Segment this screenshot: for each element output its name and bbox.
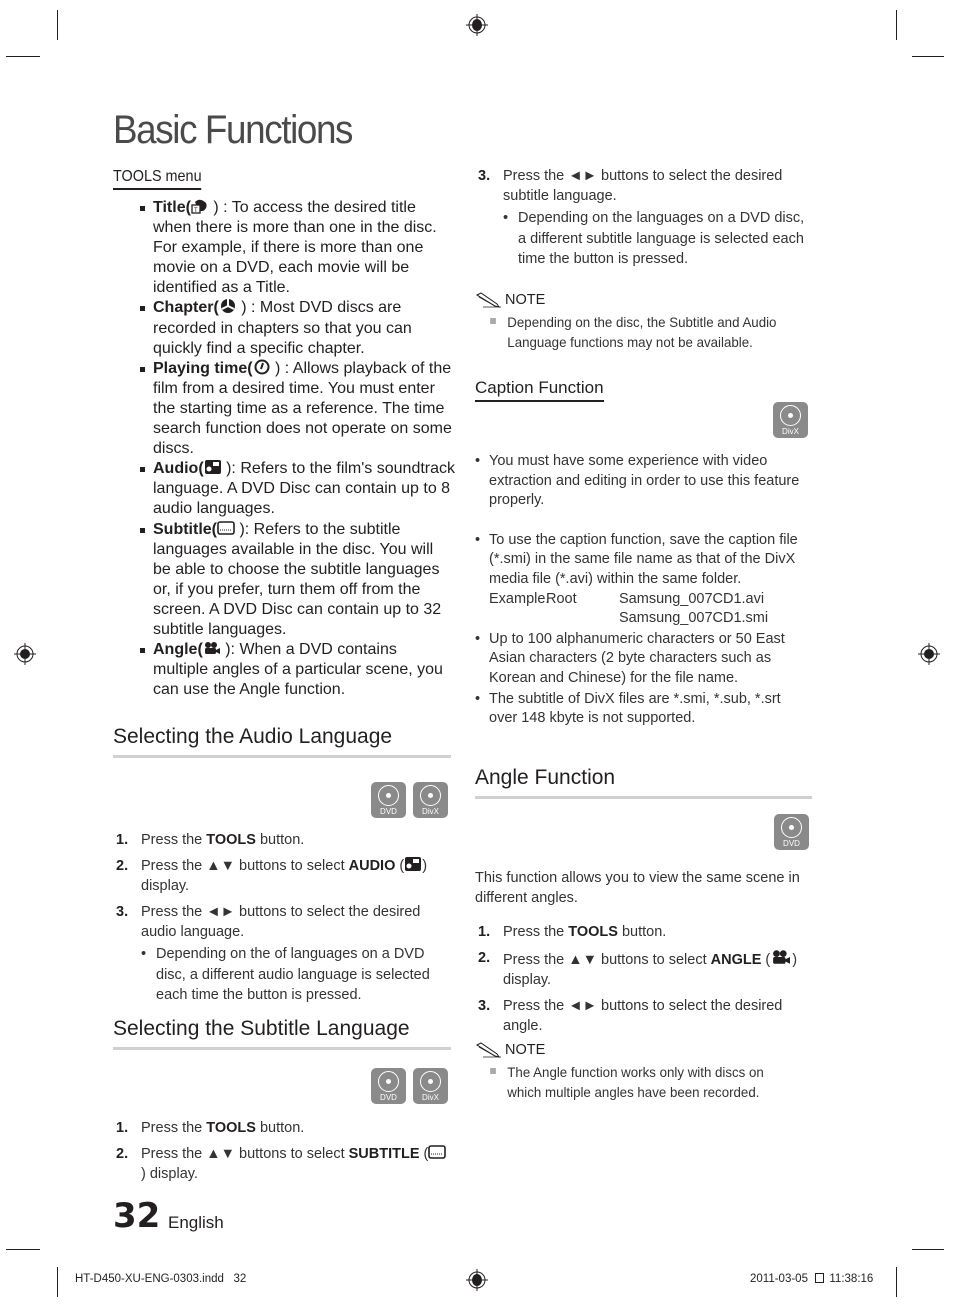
subtitle-icon: [217, 520, 235, 535]
dvd-badge-icon: DVD: [371, 782, 406, 818]
angle-section: Angle Function DVD This function allows …: [475, 766, 812, 1102]
subtitle-icon: [428, 1145, 447, 1159]
step: 1. Press the TOOLS button.: [478, 924, 667, 940]
section-heading: Selecting the Audio Language: [113, 725, 451, 758]
section-heading: Selecting the Subtitle Language: [113, 1017, 451, 1050]
dvd-badge-icon: DVD: [371, 1068, 406, 1104]
step: 2. Press the ▲▼ buttons to select ANGLE (…: [478, 950, 798, 988]
page-number: 32: [113, 1196, 161, 1236]
list-item: Title(T ) : To access the desired title …: [113, 198, 455, 298]
dvd-badge-icon: DVD: [774, 814, 809, 850]
page-language: English: [168, 1213, 224, 1232]
svg-text:T: T: [194, 208, 198, 214]
step: 1. Press the TOOLS button.: [116, 832, 305, 848]
title-icon: T: [191, 199, 207, 214]
step: 2. Press the ▲▼ buttons to select SUBTITL…: [113, 1144, 451, 1184]
registration-mark-icon: [466, 14, 488, 36]
crop-mark: [57, 1267, 58, 1297]
divx-badge-icon: DivX: [413, 1068, 448, 1104]
audio-icon: [204, 460, 221, 475]
crop-mark: [57, 10, 58, 40]
angle-icon: [773, 950, 791, 964]
step: 3. Press the ◄► buttons to select the des…: [478, 998, 783, 1034]
list-item: Subtitle( ): Refers to the subtitle lang…: [113, 520, 455, 641]
crop-mark: [912, 1249, 944, 1250]
slug-filename: HT-D450-XU-ENG-0303.indd 32: [75, 1273, 247, 1285]
note-item: Depending on the disc, the Subtitle and …: [475, 312, 794, 352]
slug-timestamp: 2011-03-05 11:38:16: [750, 1273, 874, 1285]
crop-mark: [912, 56, 944, 57]
page-title: Basic Functions: [113, 108, 353, 152]
note-heading: NOTE: [475, 292, 811, 308]
caption-section: Caption Function DivX You must have some…: [475, 378, 811, 730]
registration-mark-icon: [466, 1269, 488, 1291]
step: 3. Press the ◄► buttons to select the des…: [113, 902, 451, 1006]
sub-bullet: Depending on the languages on a DVD disc…: [503, 208, 811, 270]
list-item: To use the caption function, save the ca…: [475, 531, 811, 629]
example-table: Example. Root Samsung_007CD1.avi Samsung…: [489, 590, 769, 627]
list-item: Up to 100 alphanumeric characters or 50 …: [475, 630, 811, 689]
note-heading: NOTE: [475, 1042, 812, 1058]
list-item: Playing time( ) : Allows playback of the…: [113, 359, 455, 459]
audio-section: Selecting the Audio Language DVD DivX 1.…: [113, 725, 451, 1012]
step: 3. Press the ◄► buttons to select the des…: [475, 166, 811, 270]
step: 2. Press the ▲▼ buttons to select AUDIO (…: [116, 857, 428, 894]
note-item: The Angle function works only with discs…: [475, 1062, 795, 1102]
list-item: Chapter( ) : Most DVD discs are recorded…: [113, 298, 455, 358]
crop-mark: [896, 10, 897, 40]
list-item: The subtitle of DivX files are *.smi, *.…: [475, 690, 811, 729]
tools-menu-list: Title(T ) : To access the desired title …: [113, 198, 455, 700]
subtitle-section-continued: 3. Press the ◄► buttons to select the des…: [475, 166, 811, 352]
pencil-icon: [475, 1042, 501, 1058]
list-item: You must have some experience with video…: [475, 452, 811, 511]
list-item: Angle( ): When a DVD contains multiple a…: [113, 640, 455, 700]
registration-mark-icon: [918, 643, 940, 665]
list-item: Audio( ): Refers to the film's soundtrac…: [113, 459, 455, 519]
clock-icon: [254, 359, 270, 375]
crop-mark: [6, 56, 40, 57]
divx-badge-icon: DivX: [773, 402, 808, 438]
section-heading: Caption Function: [475, 378, 604, 402]
intro-text: This function allows you to view the sam…: [475, 870, 800, 906]
crop-mark: [896, 1267, 897, 1297]
calendar-glyph-icon: [815, 1273, 825, 1283]
sub-bullet: Depending on the of languages on a DVD d…: [141, 944, 451, 1006]
step: 1. Press the TOOLS button.: [116, 1120, 305, 1136]
pencil-icon: [475, 291, 501, 308]
subtitle-section: Selecting the Subtitle Language DVD DivX…: [113, 1017, 451, 1190]
registration-mark-icon: [14, 643, 36, 665]
audio-icon: [405, 857, 422, 871]
crop-mark: [6, 1249, 40, 1250]
divx-badge-icon: DivX: [413, 782, 448, 818]
section-heading: Angle Function: [475, 766, 812, 799]
chapter-icon: [220, 299, 235, 314]
tools-menu-heading: TOOLS menu: [113, 168, 202, 190]
angle-icon: [204, 642, 220, 655]
